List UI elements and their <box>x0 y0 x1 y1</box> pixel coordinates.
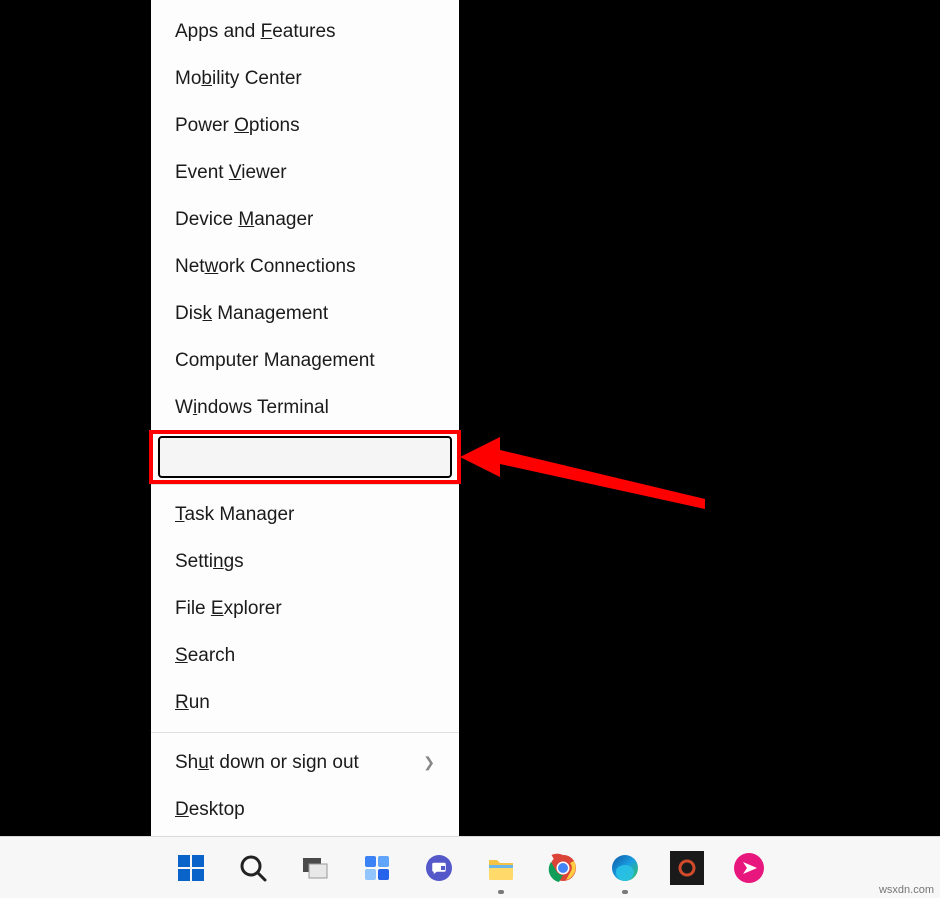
menu-item-label: Disk Management <box>175 303 328 325</box>
menu-item-label: Mobility Center <box>175 68 302 90</box>
menu-item-task-manager[interactable]: Task Manager <box>151 491 459 538</box>
menu-item-label: Windows Terminal (Admin) <box>175 444 401 466</box>
task-view-icon <box>300 853 330 883</box>
menu-item-apps-and-features[interactable]: Apps and Features <box>151 8 459 55</box>
chrome-icon <box>548 853 578 883</box>
running-indicator <box>498 890 504 894</box>
chevron-right-icon: ❯ <box>423 754 435 771</box>
menu-item-power-options[interactable]: Power Options <box>151 102 459 149</box>
menu-item-computer-management[interactable]: Computer Management <box>151 337 459 384</box>
menu-item-label: Device Manager <box>175 209 313 231</box>
menu-item-settings[interactable]: Settings <box>151 538 459 585</box>
file-explorer-button[interactable] <box>481 848 521 888</box>
search-button[interactable] <box>233 848 273 888</box>
menu-item-windows-terminal[interactable]: Windows Terminal <box>151 384 459 431</box>
app-button-dark[interactable] <box>667 848 707 888</box>
task-view-button[interactable] <box>295 848 335 888</box>
menu-item-label: Run <box>175 692 210 714</box>
menu-item-label: Windows Terminal <box>175 397 329 419</box>
menu-item-event-viewer[interactable]: Event Viewer <box>151 149 459 196</box>
menu-item-label: Desktop <box>175 799 245 821</box>
menu-item-label: Event Viewer <box>175 162 287 184</box>
edge-button[interactable] <box>605 848 645 888</box>
menu-item-shutdown-signout[interactable]: Shut down or sign out ❯ <box>151 739 459 786</box>
search-icon <box>238 853 268 883</box>
chrome-button[interactable] <box>543 848 583 888</box>
chat-button[interactable] <box>419 848 459 888</box>
menu-item-network-connections[interactable]: Network Connections <box>151 243 459 290</box>
menu-item-run[interactable]: Run <box>151 679 459 726</box>
menu-separator <box>151 732 459 733</box>
menu-item-desktop[interactable]: Desktop <box>151 786 459 833</box>
menu-item-label: Power Options <box>175 115 300 137</box>
app-button-dark-icon <box>670 851 704 885</box>
edge-icon <box>610 853 640 883</box>
winx-context-menu: Apps and Features Mobility Center Power Op… <box>151 0 459 843</box>
menu-item-file-explorer[interactable]: File Explorer <box>151 585 459 632</box>
widgets-button[interactable] <box>357 848 397 888</box>
file-explorer-icon <box>486 853 516 883</box>
menu-item-disk-management[interactable]: Disk Management <box>151 290 459 337</box>
menu-item-device-manager[interactable]: Device Manager <box>151 196 459 243</box>
menu-item-label: Network Connections <box>175 256 356 278</box>
running-indicator <box>622 890 628 894</box>
menu-item-label: Shut down or sign out <box>175 752 359 774</box>
menu-item-label: Settings <box>175 551 244 573</box>
menu-item-label: Computer Management <box>175 350 375 372</box>
app-button-pink[interactable] <box>729 848 769 888</box>
menu-separator <box>151 484 459 485</box>
menu-item-label: Task Manager <box>175 504 294 526</box>
menu-item-label: Search <box>175 645 235 667</box>
watermark: wsxdn.com <box>879 884 934 896</box>
app-button-pink-icon <box>733 852 765 884</box>
start-button[interactable] <box>171 848 211 888</box>
taskbar <box>0 836 940 898</box>
menu-item-label: Apps and Features <box>175 21 336 43</box>
menu-item-mobility-center[interactable]: Mobility Center <box>151 55 459 102</box>
chat-icon <box>424 853 454 883</box>
menu-item-search[interactable]: Search <box>151 632 459 679</box>
start-icon <box>176 853 206 883</box>
menu-item-label: File Explorer <box>175 598 282 620</box>
annotation-arrow <box>460 432 710 512</box>
widgets-icon <box>362 853 392 883</box>
menu-item-windows-terminal-admin[interactable]: Windows Terminal (Admin) <box>151 431 459 478</box>
